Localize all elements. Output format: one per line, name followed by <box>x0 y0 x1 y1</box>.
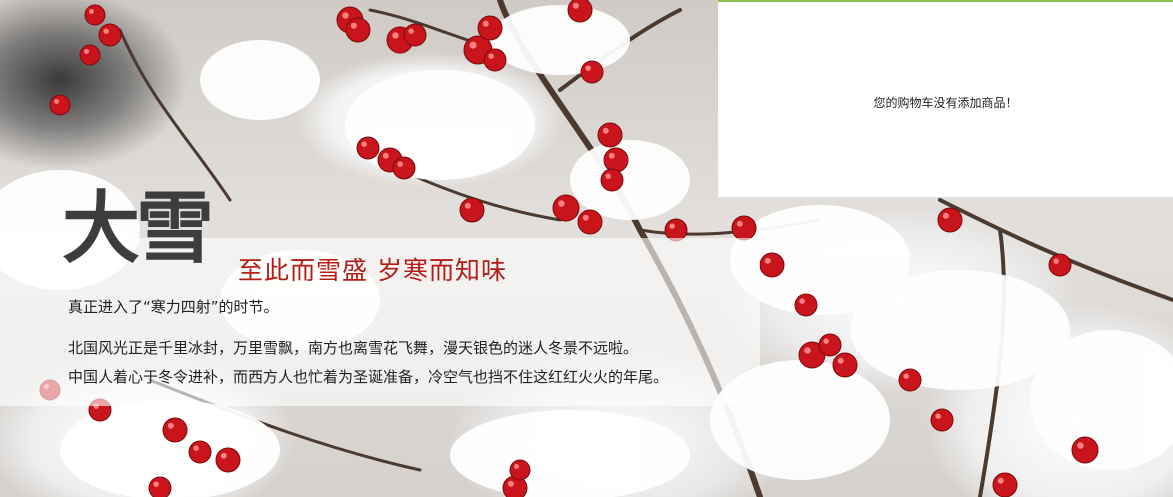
berry <box>392 156 416 180</box>
berry <box>1048 253 1072 277</box>
berry <box>215 447 241 473</box>
berry <box>188 440 212 464</box>
berry-highlight <box>84 49 89 54</box>
berry-highlight <box>799 298 805 304</box>
berry-highlight <box>585 65 591 71</box>
berry <box>345 17 371 43</box>
berry-highlight <box>837 357 844 364</box>
berry-highlight <box>935 413 941 419</box>
berry-highlight <box>408 28 414 34</box>
berry-highlight <box>1053 258 1059 264</box>
berry-highlight <box>1077 442 1084 449</box>
berry-highlight <box>89 9 94 14</box>
berry-highlight <box>153 481 159 487</box>
berry <box>459 197 485 223</box>
berry <box>84 4 106 26</box>
berry-highlight <box>507 480 514 487</box>
berry <box>580 60 604 84</box>
berry <box>759 252 785 278</box>
berry <box>937 207 963 233</box>
cart-panel: 您的购物车没有添加商品！ <box>718 0 1173 197</box>
berry-highlight <box>488 53 494 59</box>
berry-highlight <box>54 99 59 104</box>
berry-highlight <box>804 347 811 354</box>
berry <box>600 168 624 192</box>
berry <box>477 15 503 41</box>
hero-subtitle: 至此而雪盛 岁寒而知味 <box>238 256 507 285</box>
berry <box>403 23 427 47</box>
berry <box>509 459 531 481</box>
berry <box>930 408 954 432</box>
hero-line-2: 北国风光正是千里冰封，万里雪飘，南方也离雪花飞舞，漫天银色的迷人冬景不远啦。 <box>68 339 639 357</box>
berry-highlight <box>669 223 675 229</box>
berry-highlight <box>193 445 199 451</box>
berry <box>577 209 603 235</box>
hero-line-1: 真正进入了“寒力四射”的时节。 <box>68 298 279 316</box>
berry <box>992 472 1018 497</box>
berry <box>603 147 629 173</box>
berry-highlight <box>342 12 349 19</box>
berry-highlight <box>220 452 227 459</box>
berry-highlight <box>997 477 1004 484</box>
berry-highlight <box>361 141 367 147</box>
berry <box>148 476 172 497</box>
berry-highlight <box>602 127 609 134</box>
berry-highlight <box>392 32 399 39</box>
berry <box>794 293 818 317</box>
berry <box>98 23 122 47</box>
berry <box>49 94 71 116</box>
berry-highlight <box>464 202 471 209</box>
berry-highlight <box>350 22 357 29</box>
berry-highlight <box>167 422 174 429</box>
berry <box>567 0 593 23</box>
berry <box>597 122 623 148</box>
berry-highlight <box>608 152 615 159</box>
berry <box>1071 436 1099 464</box>
berry <box>79 44 101 66</box>
berry <box>898 368 922 392</box>
berry-highlight <box>823 338 829 344</box>
berry-highlight <box>736 220 743 227</box>
berry <box>162 417 188 443</box>
berry-highlight <box>103 28 109 34</box>
berry <box>818 333 842 357</box>
berry-highlight <box>514 464 519 469</box>
berry <box>832 352 858 378</box>
berry-highlight <box>482 20 489 27</box>
berry <box>731 215 757 241</box>
berry-highlight <box>764 257 771 264</box>
berry-highlight <box>903 373 909 379</box>
berry <box>483 48 507 72</box>
berry <box>552 194 580 222</box>
berry <box>356 136 380 160</box>
berry-highlight <box>558 200 565 207</box>
berry-highlight <box>382 152 389 159</box>
hero-title: 大雪 <box>62 183 214 274</box>
hero-line-3: 中国人着心于冬令进补，而西方人也忙着为圣诞准备，冷空气也挡不住这红红火火的年尾。 <box>68 368 669 386</box>
berry-highlight <box>397 161 403 167</box>
berry-highlight <box>469 41 477 49</box>
berry-highlight <box>572 2 579 9</box>
berry-highlight <box>605 173 611 179</box>
berry-highlight <box>582 214 589 221</box>
berry-highlight <box>942 212 949 219</box>
cart-empty-message: 您的购物车没有添加商品！ <box>873 96 1018 110</box>
